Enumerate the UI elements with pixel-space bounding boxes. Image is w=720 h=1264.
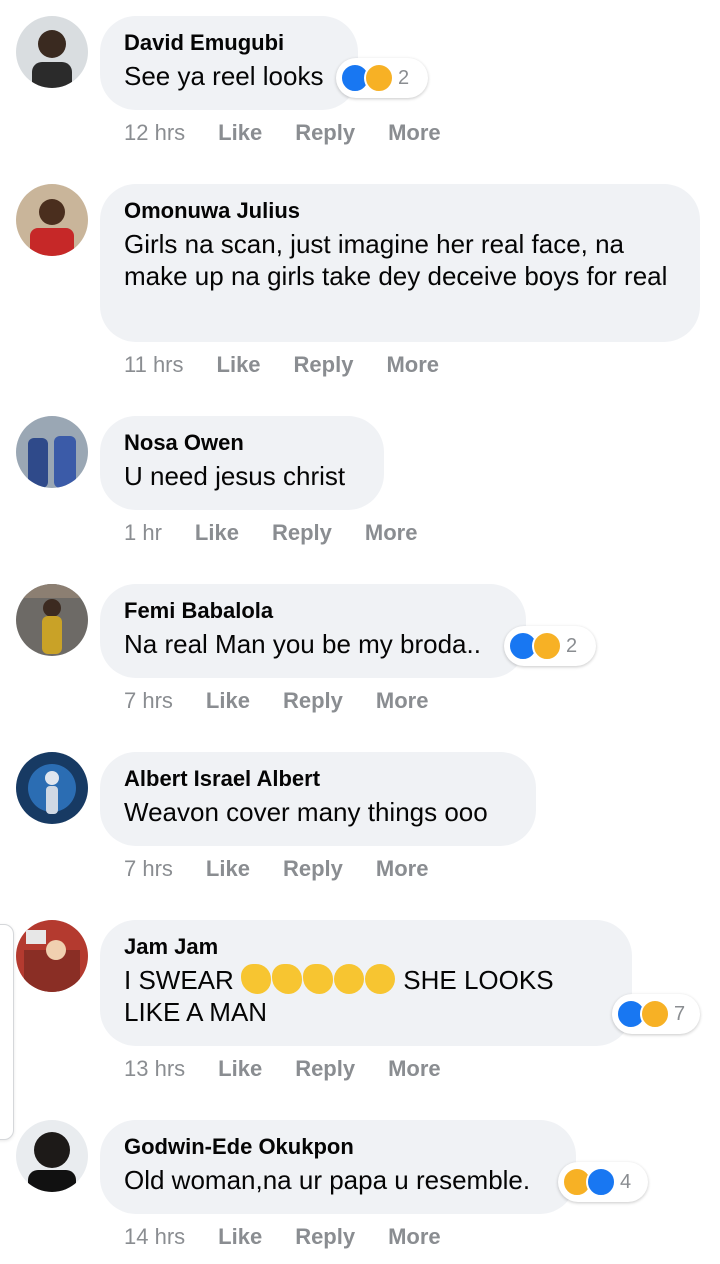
comment-text: I SWEAR SHE LOOKS LIKE A MAN: [124, 964, 608, 1028]
comment-text: Old woman,na ur papa u resemble.: [124, 1165, 531, 1195]
like-button[interactable]: Like: [218, 1056, 262, 1082]
comment-text: Na real Man you be my broda..: [124, 629, 481, 659]
more-button[interactable]: More: [365, 520, 418, 546]
reaction-count: 2: [398, 66, 410, 89]
comment-bubble: Nosa Owen U need jesus christ: [100, 416, 384, 510]
comment-bubble: Femi Babalola Na real Man you be my brod…: [100, 584, 526, 678]
haha-icon: [364, 63, 394, 93]
haha-icon: [640, 999, 670, 1029]
comment-time[interactable]: 7 hrs: [124, 856, 173, 882]
comment-bubble: Godwin-Ede Okukpon Old woman,na ur papa …: [100, 1120, 576, 1214]
more-button[interactable]: More: [388, 1056, 441, 1082]
reply-button[interactable]: Reply: [283, 688, 343, 714]
comment-time[interactable]: 14 hrs: [124, 1224, 185, 1250]
comment-time[interactable]: 12 hrs: [124, 120, 185, 146]
avatar[interactable]: [16, 1120, 88, 1192]
haha-icon: [532, 631, 562, 661]
comment-author[interactable]: Godwin-Ede Okukpon: [124, 1134, 552, 1160]
reactions-badge[interactable]: 4: [558, 1162, 648, 1202]
reaction-count: 4: [620, 1170, 632, 1193]
comment-meta: 13 hrs Like Reply More: [124, 1056, 474, 1082]
side-panel-edge: [0, 924, 14, 1140]
avatar[interactable]: [16, 416, 88, 488]
comment-bubble: Jam Jam I SWEAR SHE LOOKS LIKE A MAN: [100, 920, 632, 1046]
comment-meta: 1 hr Like Reply More: [124, 520, 450, 546]
comment-time[interactable]: 11 hrs: [124, 352, 184, 378]
more-button[interactable]: More: [376, 688, 429, 714]
reaction-count: 7: [674, 1002, 686, 1025]
waving-hand-icon: [303, 964, 334, 994]
comment-author[interactable]: Femi Babalola: [124, 598, 502, 624]
comment-author[interactable]: Nosa Owen: [124, 430, 360, 456]
reply-button[interactable]: Reply: [295, 120, 355, 146]
avatar[interactable]: [16, 920, 88, 992]
grinning-face-icon: [334, 964, 365, 994]
like-button[interactable]: Like: [218, 120, 262, 146]
comment-text: See ya reel looks: [124, 61, 324, 91]
comment-author[interactable]: Albert Israel Albert: [124, 766, 512, 792]
like-icon: [586, 1167, 616, 1197]
comment-author[interactable]: David Emugubi: [124, 30, 334, 56]
like-button[interactable]: Like: [195, 520, 239, 546]
like-button[interactable]: Like: [218, 1224, 262, 1250]
comment-bubble: David Emugubi See ya reel looks: [100, 16, 358, 110]
comment-time[interactable]: 1 hr: [124, 520, 162, 546]
waving-hand-icon: [241, 964, 272, 994]
comment-text: Weavon cover many things ooo: [124, 797, 488, 827]
more-button[interactable]: More: [376, 856, 429, 882]
comment-author[interactable]: Jam Jam: [124, 934, 608, 960]
comment-meta: 11 hrs Like Reply More: [124, 352, 472, 378]
comment-meta: 12 hrs Like Reply More: [124, 120, 474, 146]
comment-text-prefix: I SWEAR: [124, 965, 234, 995]
reply-button[interactable]: Reply: [295, 1056, 355, 1082]
reply-button[interactable]: Reply: [283, 856, 343, 882]
reply-button[interactable]: Reply: [294, 352, 354, 378]
comment-meta: 7 hrs Like Reply More: [124, 688, 461, 714]
avatar[interactable]: [16, 16, 88, 88]
comment-text: U need jesus christ: [124, 461, 346, 491]
comment-meta: 14 hrs Like Reply More: [124, 1224, 474, 1250]
like-button[interactable]: Like: [206, 856, 250, 882]
more-button[interactable]: More: [386, 352, 439, 378]
reply-button[interactable]: Reply: [295, 1224, 355, 1250]
reaction-count: 2: [566, 634, 578, 657]
reactions-badge[interactable]: 7: [612, 994, 700, 1034]
comment-text: Girls na scan, just imagine her real fac…: [124, 229, 668, 291]
waving-hand-icon: [272, 964, 303, 994]
comment-meta: 7 hrs Like Reply More: [124, 856, 461, 882]
reactions-badge[interactable]: 2: [504, 626, 596, 666]
reply-button[interactable]: Reply: [272, 520, 332, 546]
comment-time[interactable]: 7 hrs: [124, 688, 173, 714]
more-button[interactable]: More: [388, 1224, 441, 1250]
comment-time[interactable]: 13 hrs: [124, 1056, 185, 1082]
avatar[interactable]: [16, 184, 88, 256]
avatar[interactable]: [16, 584, 88, 656]
more-button[interactable]: More: [388, 120, 441, 146]
comment-author[interactable]: Omonuwa Julius: [124, 198, 676, 224]
comment-bubble: Omonuwa Julius Girls na scan, just imagi…: [100, 184, 700, 342]
grinning-face-icon: [365, 964, 396, 994]
avatar[interactable]: [16, 752, 88, 824]
reactions-badge[interactable]: 2: [336, 58, 428, 98]
like-button[interactable]: Like: [217, 352, 261, 378]
comment-bubble: Albert Israel Albert Weavon cover many t…: [100, 752, 536, 846]
like-button[interactable]: Like: [206, 688, 250, 714]
